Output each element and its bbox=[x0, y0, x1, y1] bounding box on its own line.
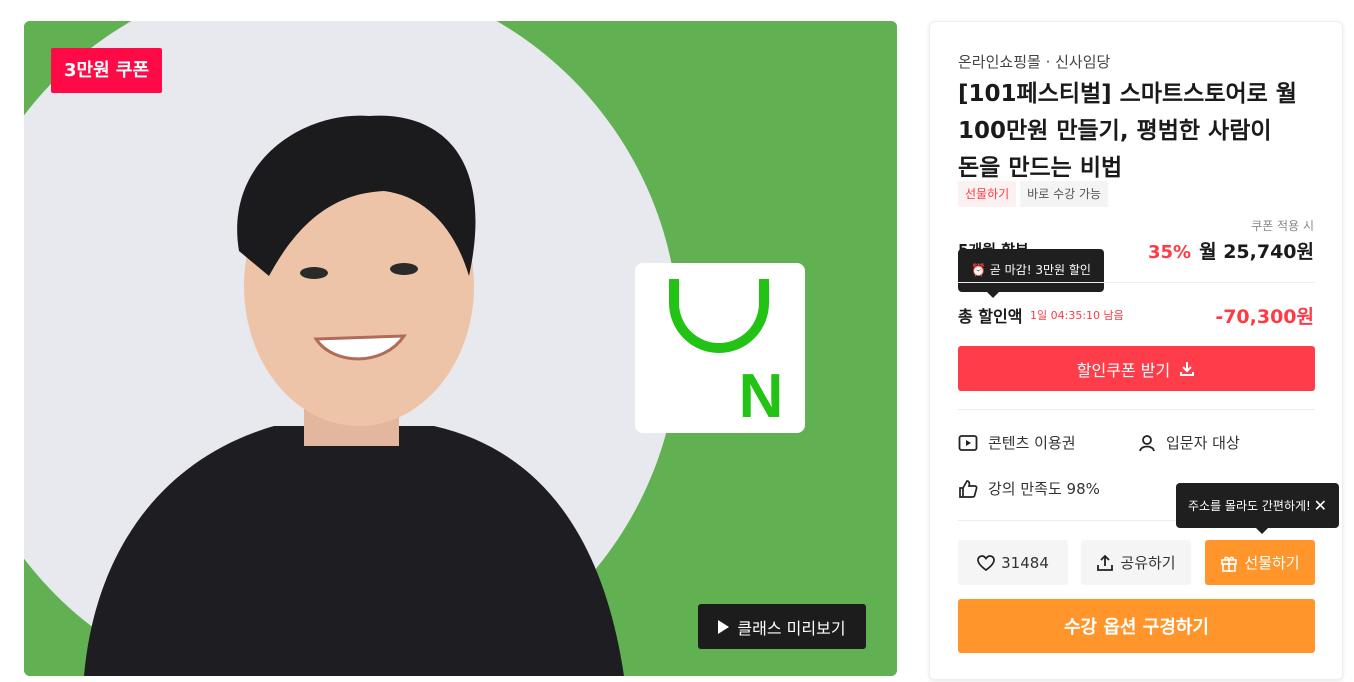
feature-level: 입문자 대상 bbox=[1138, 432, 1240, 453]
monthly-price: 월 25,740원 bbox=[1199, 241, 1314, 263]
discount-percent: 35% bbox=[1148, 242, 1192, 263]
like-button[interactable]: 31484 bbox=[958, 540, 1068, 585]
divider bbox=[958, 282, 1315, 283]
total-discount-label: 총 할인액 bbox=[958, 307, 1023, 326]
deadline-tooltip: ⏰ 곧 마감! 3만원 할인 bbox=[958, 249, 1104, 298]
feature-content-pass: 콘텐츠 이용권 bbox=[958, 432, 1076, 453]
feature-satisfaction-label: 강의 만족도 98% bbox=[988, 480, 1100, 498]
person-icon bbox=[1139, 434, 1155, 451]
thumbs-up-icon bbox=[959, 479, 978, 498]
gift-button[interactable]: 선물하기 bbox=[1205, 540, 1315, 585]
tag-gift: 선물하기 bbox=[958, 181, 1017, 207]
feature-level-label: 입문자 대상 bbox=[1166, 434, 1240, 452]
play-icon bbox=[718, 619, 730, 634]
tag-list: 선물하기 바로 수강 가능 bbox=[958, 181, 1109, 207]
view-course-options-button[interactable]: 수강 옵션 구경하기 bbox=[958, 599, 1315, 653]
download-icon bbox=[1180, 361, 1195, 376]
svg-text:N: N bbox=[739, 362, 784, 431]
gift-address-tooltip-text: 주소를 몰라도 간편하게! bbox=[1188, 499, 1311, 513]
tag-instant: 바로 수강 가능 bbox=[1020, 181, 1109, 207]
gift-address-tooltip: 주소를 몰라도 간편하게! ✕ bbox=[1176, 483, 1339, 534]
naver-shopping-logo: N bbox=[635, 263, 805, 433]
class-preview-label: 클래스 미리보기 bbox=[737, 618, 846, 638]
class-title-line: [101페스티벌] 스마트스토어로 월 bbox=[958, 81, 1297, 107]
coupon-badge: 3만원 쿠폰 bbox=[51, 48, 163, 93]
get-coupon-label: 할인쿠폰 받기 bbox=[1076, 360, 1171, 380]
total-discount-value: -70,300원 bbox=[1215, 306, 1314, 328]
share-icon bbox=[1097, 554, 1114, 571]
class-title-line: 100만원 만들기, 평범한 사람이 bbox=[958, 118, 1272, 144]
price-row: 35% 월 25,740원 bbox=[1148, 237, 1314, 264]
feature-satisfaction: 강의 만족도 98% bbox=[958, 478, 1100, 499]
category-breadcrumb[interactable]: 온라인쇼핑몰 · 신사임당 bbox=[958, 51, 1110, 72]
feature-content-label: 콘텐츠 이용권 bbox=[988, 434, 1076, 452]
gift-label: 선물하기 bbox=[1244, 554, 1300, 572]
class-thumbnail: N 3만원 쿠폰 클래스 미리보기 bbox=[24, 21, 897, 676]
gift-icon bbox=[1221, 556, 1238, 572]
like-count: 31484 bbox=[1001, 553, 1049, 572]
share-label: 공유하기 bbox=[1120, 554, 1176, 572]
share-button[interactable]: 공유하기 bbox=[1081, 540, 1191, 585]
divider bbox=[958, 409, 1315, 410]
countdown-timer: 1일 04:35:10 남음 bbox=[1030, 309, 1124, 322]
thumbnail-illustration: N bbox=[24, 21, 897, 676]
coupon-apply-note: 쿠폰 적용 시 bbox=[1251, 219, 1314, 233]
class-title: [101페스티벌] 스마트스토어로 월 100만원 만들기, 평범한 사람이 돈… bbox=[958, 76, 1310, 187]
purchase-card: 온라인쇼핑몰 · 신사임당 [101페스티벌] 스마트스토어로 월 100만원 … bbox=[929, 21, 1343, 680]
get-coupon-button[interactable]: 할인쿠폰 받기 bbox=[958, 346, 1315, 391]
close-icon[interactable]: ✕ bbox=[1314, 496, 1327, 515]
heart-icon bbox=[977, 554, 995, 571]
play-box-icon bbox=[958, 434, 978, 451]
class-preview-button[interactable]: 클래스 미리보기 bbox=[698, 604, 866, 649]
